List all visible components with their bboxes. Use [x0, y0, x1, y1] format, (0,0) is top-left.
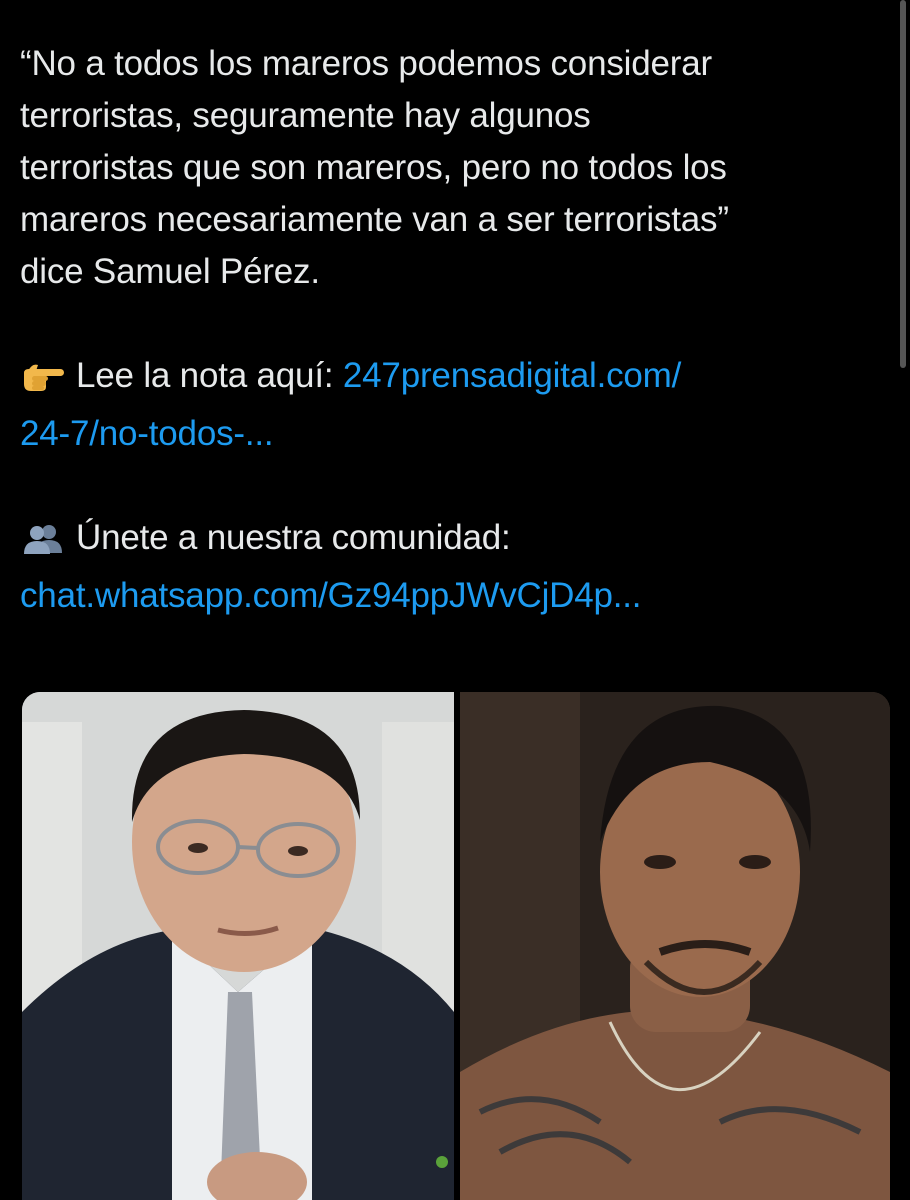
whatsapp-link[interactable]: chat.whatsapp.com/Gz94ppJWvCjD4p... [20, 576, 642, 615]
quote-line: dice Samuel Pérez. [20, 252, 320, 291]
pointing-hand-icon [20, 356, 66, 408]
community-label: Únete a nuestra comunidad: [76, 518, 511, 557]
quote-line: terroristas que son mareros, pero no tod… [20, 148, 727, 187]
read-note-paragraph: Lee la nota aquí: 247prensadigital.com/2… [20, 350, 880, 460]
community-paragraph: Únete a nuestra comunidad: chat.whatsapp… [20, 512, 880, 622]
quote-line: mareros necesariamente van a ser terrori… [20, 200, 729, 239]
quote-paragraph: “No a todos los mareros podemos consider… [20, 38, 880, 298]
tattooed-young-man-photo[interactable] [460, 692, 890, 1200]
people-silhouette-icon [20, 518, 66, 570]
quote-line: terroristas, seguramente hay algunos [20, 96, 591, 135]
tweet-media-grid[interactable] [22, 692, 890, 1200]
read-note-label: Lee la nota aquí: [76, 356, 343, 395]
quote-line: “No a todos los mareros podemos consider… [20, 44, 712, 83]
man-in-suit-with-glasses-photo[interactable] [22, 692, 454, 1200]
tweet-text: “No a todos los mareros podemos consider… [20, 38, 880, 622]
scrollbar[interactable] [900, 0, 906, 368]
